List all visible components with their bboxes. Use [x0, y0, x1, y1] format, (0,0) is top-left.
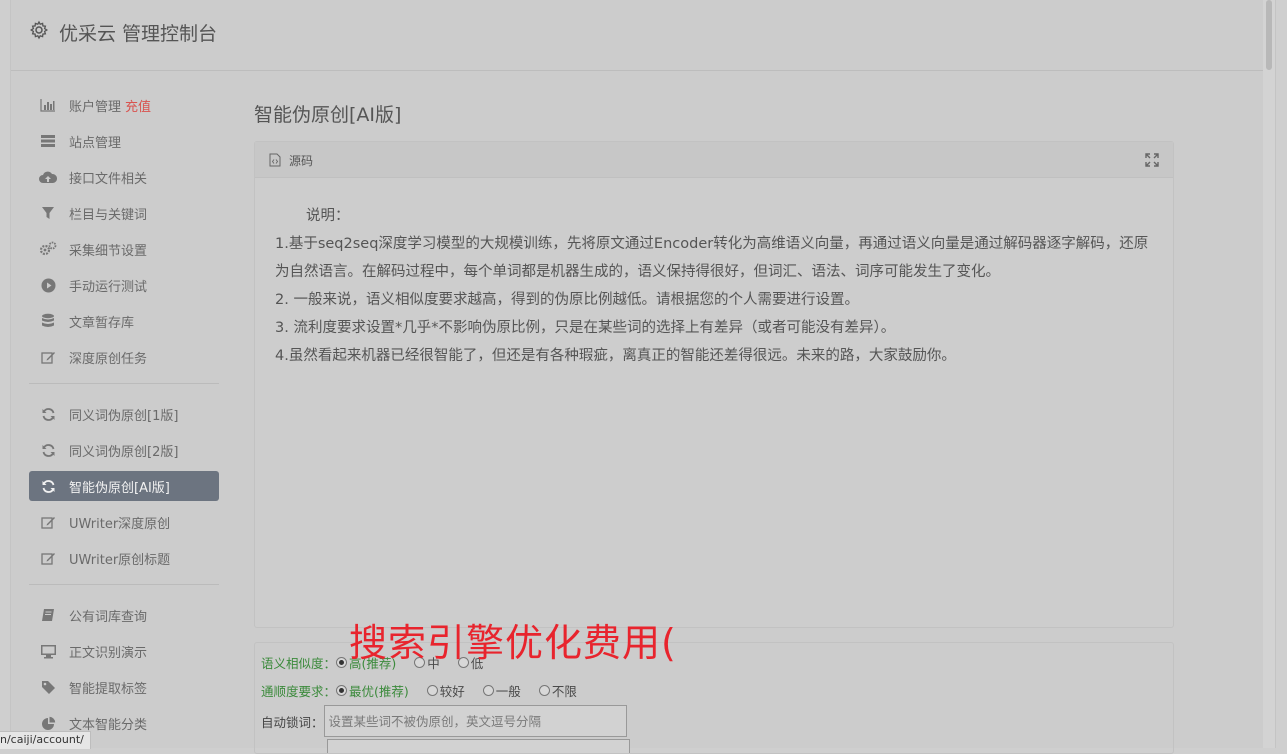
sidebar-item-text-recognition[interactable]: 正文识别演示: [29, 636, 219, 666]
fluency-label: 通顺度要求：: [261, 684, 337, 699]
similarity-label: 语义相似度：: [261, 656, 337, 671]
radio-dot[interactable]: [336, 657, 348, 668]
refresh-icon: [39, 441, 57, 459]
sidebar-item-label: 同义词伪原创[1版]: [69, 408, 179, 424]
lock-words-label: 自动锁词：: [261, 714, 324, 730]
radio-dot[interactable]: [538, 685, 550, 696]
edit-icon: [39, 513, 57, 531]
code-file-icon: [269, 153, 281, 167]
bar-chart-icon: [39, 96, 57, 114]
sidebar: 账户管理 充值 站点管理 接口文件相关 栏目与关键词 采集细节设置 手动运行测试…: [29, 90, 219, 744]
extra-input-row: [261, 739, 630, 753]
refresh-icon: [39, 477, 57, 495]
app-title: 优采云 管理控制台: [59, 23, 218, 45]
sidebar-item-columns-keywords[interactable]: 栏目与关键词: [29, 198, 219, 228]
fluency-option-good[interactable]: 较好: [426, 681, 465, 700]
database-icon: [39, 312, 57, 330]
main-content: 智能伪原创[AI版]: [254, 100, 401, 127]
sidebar-item-synonym-v1[interactable]: 同义词伪原创[1版]: [29, 399, 219, 429]
radio-dot[interactable]: [426, 685, 438, 696]
edit-icon: [39, 348, 57, 366]
sidebar-item-label: UWriter原创标题: [69, 552, 171, 568]
sidebar-item-sites[interactable]: 站点管理: [29, 126, 219, 156]
page-title: 智能伪原创[AI版]: [254, 104, 402, 126]
recharge-link[interactable]: 充值: [125, 96, 151, 115]
sidebar-item-deep-original-tasks[interactable]: 深度原创任务: [29, 342, 219, 372]
radio-dot[interactable]: [482, 685, 494, 696]
app-frame: 优采云 管理控制台 账户管理 充值 站点管理 接口文件相关 栏目与关键词 采集细…: [10, 0, 1276, 754]
sidebar-item-label: 接口文件相关: [69, 171, 148, 187]
sidebar-item-label: 站点管理: [69, 135, 122, 151]
sidebar-item-label: 智能提取标签: [69, 681, 148, 697]
gear-icon[interactable]: [29, 20, 49, 40]
sidebar-item-public-lexicon[interactable]: 公有词库查询: [29, 600, 219, 630]
book-icon: [39, 606, 57, 624]
sidebar-divider: [29, 383, 219, 384]
cloud-upload-icon: [39, 168, 57, 186]
note-title: 说明：: [306, 208, 350, 224]
sidebar-item-label: 智能伪原创[AI版]: [69, 480, 170, 496]
radio-label: 最优(推荐): [349, 684, 409, 699]
sidebar-item-label: 正文识别演示: [69, 645, 148, 661]
sidebar-item-label: 同义词伪原创[2版]: [69, 444, 179, 460]
sidebar-item-label: 采集细节设置: [69, 243, 148, 259]
pie-chart-icon: [39, 714, 57, 732]
fluency-option-normal[interactable]: 一般: [482, 681, 521, 700]
sidebar-item-label: 手动运行测试: [69, 279, 148, 295]
lock-words-row: 自动锁词：: [261, 705, 627, 737]
fullscreen-icon[interactable]: [1145, 153, 1159, 167]
sidebar-item-uwriter-title[interactable]: UWriter原创标题: [29, 543, 219, 573]
sidebar-item-manual-run[interactable]: 手动运行测试: [29, 270, 219, 300]
lock-words-input[interactable]: [323, 705, 627, 737]
desktop-icon: [39, 642, 57, 660]
sidebar-item-label: 文章暂存库: [69, 315, 135, 331]
source-tab-label[interactable]: 源码: [289, 152, 313, 169]
sidebar-item-label: 栏目与关键词: [69, 207, 148, 223]
edit-icon: [39, 549, 57, 567]
sidebar-item-article-store[interactable]: 文章暂存库: [29, 306, 219, 336]
top-header: 优采云 管理控制台: [11, 0, 1275, 71]
sidebar-item-account[interactable]: 账户管理 充值: [29, 90, 219, 120]
gears-icon: [39, 240, 57, 258]
sidebar-item-smart-tags[interactable]: 智能提取标签: [29, 672, 219, 702]
watermark-overlay: 搜索引擎优化费用(: [349, 621, 677, 665]
filter-icon: [39, 204, 57, 222]
server-icon: [39, 132, 57, 150]
sidebar-item-label: 账户管理: [69, 99, 122, 115]
fluency-option-best[interactable]: 最优(推荐): [336, 681, 409, 700]
sidebar-item-uwriter-deep[interactable]: UWriter深度原创: [29, 507, 219, 537]
sidebar-item-label: 文本智能分类: [69, 717, 148, 733]
sidebar-item-label: 深度原创任务: [69, 351, 148, 367]
sidebar-item-collect-settings[interactable]: 采集细节设置: [29, 234, 219, 264]
fluency-row: 通顺度要求： 最优(推荐) 较好 一般 不限: [261, 681, 595, 700]
panel-header: 源码: [255, 142, 1173, 178]
note-line-2: 2. 一般来说，语义相似度要求越高，得到的伪原比例越低。请根据您的个人需要进行设…: [275, 292, 859, 308]
sidebar-item-synonym-v2[interactable]: 同义词伪原创[2版]: [29, 435, 219, 465]
sidebar-item-label: UWriter深度原创: [69, 516, 171, 532]
radio-label: 不限: [551, 684, 577, 699]
panel-body: 说明： 1.基于seq2seq深度学习模型的大规模训练，先将原文通过Encode…: [255, 178, 1173, 370]
source-panel: 源码 说明： 1.基于seq2seq深度学习模型的大规模训练，先将原文通过Enc…: [254, 141, 1174, 628]
next-input-field[interactable]: [327, 739, 630, 753]
note-line-4: 4.虽然看起来机器已经很智能了，但还是有各种瑕疵，离真正的智能还差得很远。未来的…: [275, 348, 956, 364]
note-line-3: 3. 流利度要求设置*几乎*不影响伪原比例，只是在某些词的选择上有差异（或者可能…: [275, 320, 896, 336]
vertical-scrollbar[interactable]: [1263, 0, 1275, 748]
sidebar-item-interface-files[interactable]: 接口文件相关: [29, 162, 219, 192]
radio-dot[interactable]: [336, 685, 348, 696]
note-line-1: 1.基于seq2seq深度学习模型的大规模训练，先将原文通过Encoder转化为…: [275, 236, 1149, 280]
status-bar-url: n/caiji/account/: [0, 731, 91, 749]
tag-icon: [39, 678, 57, 696]
sidebar-item-label: 公有词库查询: [69, 609, 148, 625]
sidebar-item-ai-rewrite[interactable]: 智能伪原创[AI版]: [29, 471, 219, 501]
radio-label: 较好: [439, 684, 465, 699]
scrollbar-thumb[interactable]: [1266, 0, 1272, 70]
fluency-option-unlimited[interactable]: 不限: [538, 681, 577, 700]
play-circle-icon: [39, 276, 57, 294]
refresh-icon: [39, 405, 57, 423]
sidebar-divider: [29, 584, 219, 585]
radio-label: 一般: [495, 684, 521, 699]
